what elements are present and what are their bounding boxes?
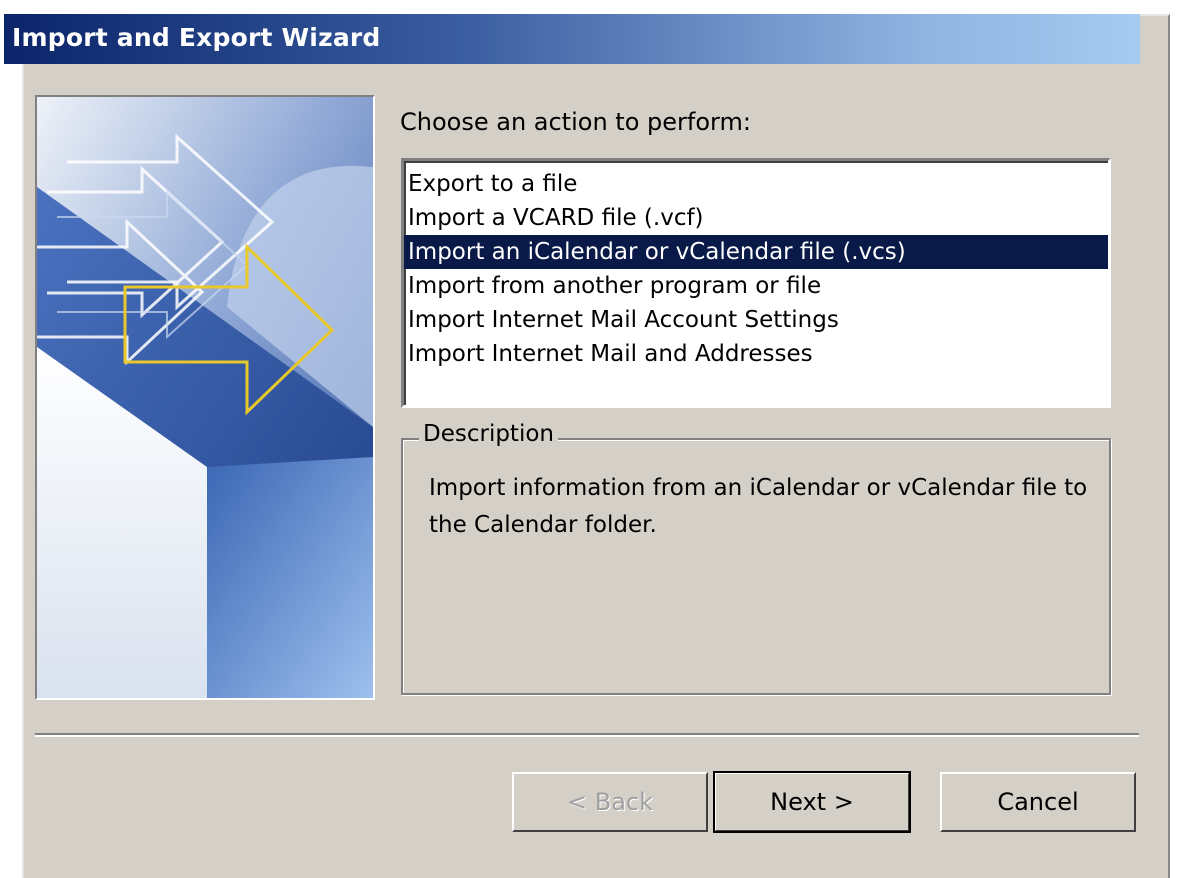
description-text: Import information from an iCalendar or … <box>429 475 1088 538</box>
list-item-import-mail-addresses[interactable]: Import Internet Mail and Addresses <box>404 337 1108 371</box>
prompt-text: Choose an action to perform: <box>400 108 751 136</box>
action-listbox[interactable]: Export to a file Import a VCARD file (.v… <box>401 158 1111 408</box>
list-item-export-file[interactable]: Export to a file <box>404 167 1108 201</box>
next-button-label: Next > <box>770 788 854 816</box>
window-title: Import and Export Wizard <box>12 23 381 52</box>
cancel-button-label: Cancel <box>997 788 1079 816</box>
action-prompt-label: Choose an action to perform: <box>400 108 751 136</box>
description-legend: Description <box>419 421 558 447</box>
wizard-illustration <box>35 95 375 700</box>
footer-separator <box>35 733 1139 737</box>
next-button[interactable]: Next > <box>713 771 911 833</box>
title-bar[interactable]: Import and Export Wizard <box>4 14 1140 64</box>
back-button[interactable]: < Back <box>512 772 708 832</box>
description-groupbox: Description Import information from an i… <box>401 421 1111 695</box>
list-item-import-vcard[interactable]: Import a VCARD file (.vcf) <box>404 201 1108 235</box>
wizard-arrows-icon <box>37 97 373 698</box>
list-item-import-program[interactable]: Import from another program or file <box>404 269 1108 303</box>
back-button-label: < Back <box>566 788 653 816</box>
list-item-import-mail-settings[interactable]: Import Internet Mail Account Settings <box>404 303 1108 337</box>
list-item-import-icalendar[interactable]: Import an iCalendar or vCalendar file (.… <box>404 235 1108 269</box>
cancel-button[interactable]: Cancel <box>940 772 1136 832</box>
